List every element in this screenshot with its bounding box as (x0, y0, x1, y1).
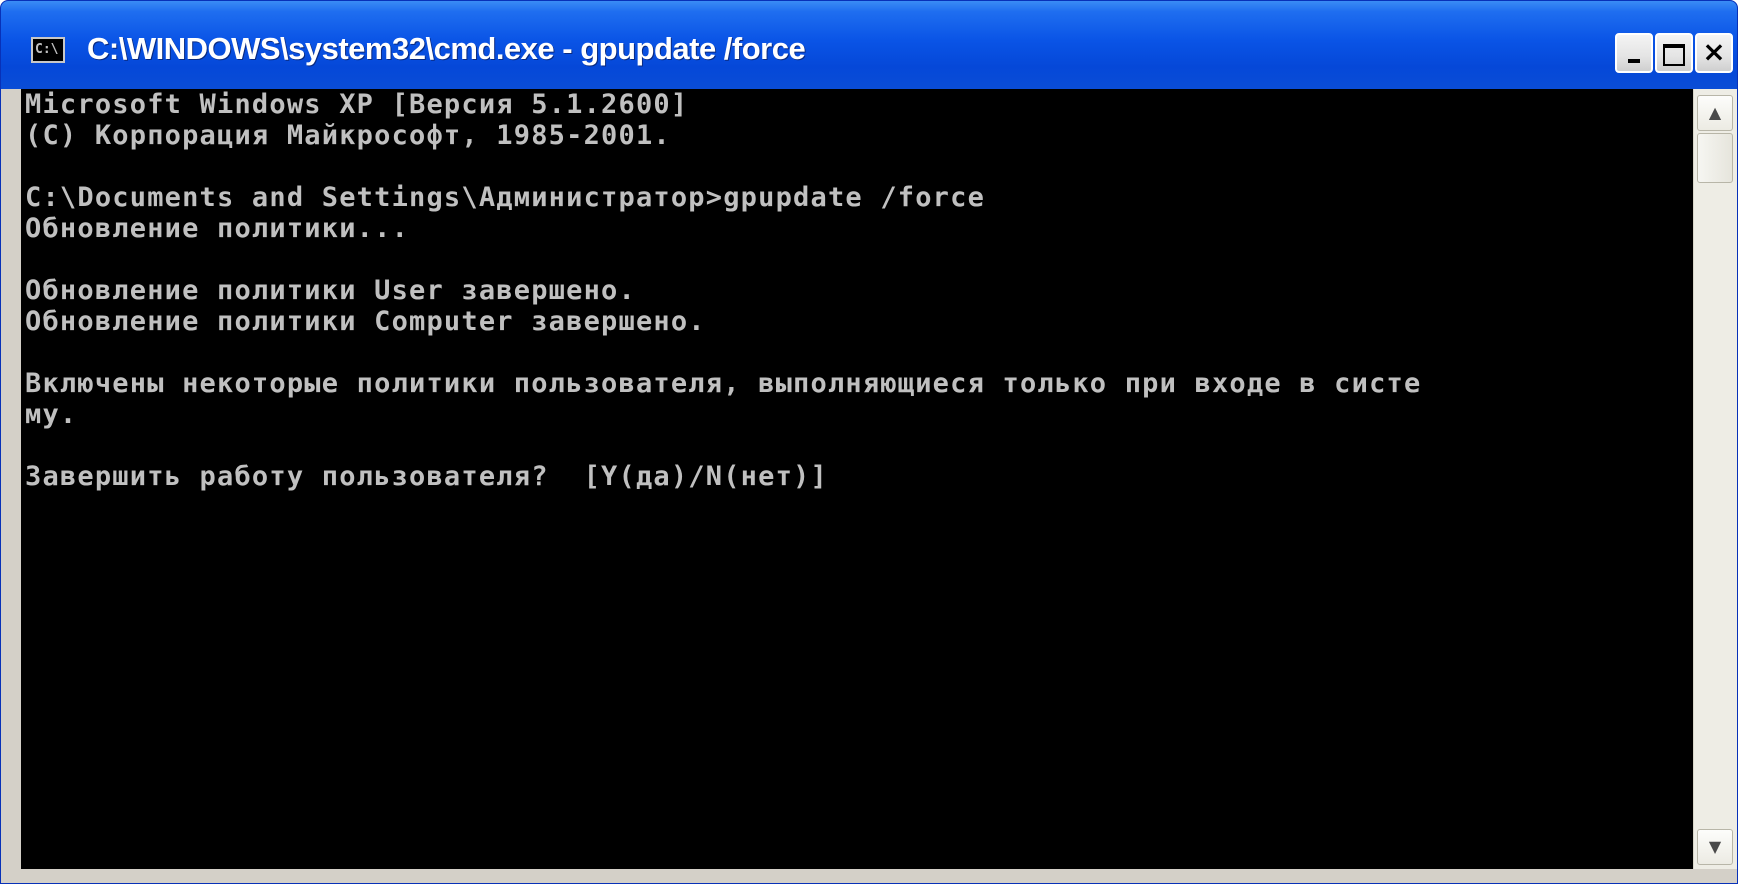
arrow-down-icon: ▼ (1708, 837, 1722, 856)
console-line: Обновление политики User завершено. (25, 275, 636, 306)
maximize-icon (1663, 44, 1685, 66)
console-line: (С) Корпорация Майкрософт, 1985-2001. (25, 120, 671, 151)
window-bottom-border (1, 869, 1737, 883)
maximize-button[interactable] (1655, 33, 1693, 73)
console-icon[interactable]: C:\ (31, 37, 65, 63)
console-prompt-line: Завершить работу пользователя? [Y(да)/N(… (25, 461, 828, 492)
console-line: Обновление политики... (25, 213, 410, 244)
scroll-thumb[interactable] (1697, 133, 1733, 183)
console-line: му. (25, 399, 78, 430)
minimize-button[interactable] (1615, 33, 1653, 73)
arrow-up-icon: ▲ (1708, 103, 1722, 122)
close-button[interactable]: × (1695, 33, 1733, 73)
title-bar[interactable]: C:\ C:\WINDOWS\system32\cmd.exe - gpupda… (1, 1, 1737, 89)
cmd-window: C:\ C:\WINDOWS\system32\cmd.exe - gpupda… (0, 0, 1738, 884)
console-output[interactable]: Microsoft Windows XP [Версия 5.1.2600] (… (21, 89, 1693, 869)
console-line: Обновление политики Computer завершено. (25, 306, 706, 337)
console-line: C:\Documents and Settings\Администратор>… (25, 182, 986, 213)
console-line: Включены некоторые политики пользователя… (25, 368, 1422, 399)
window-left-border (1, 89, 21, 869)
console-line: Microsoft Windows XP [Версия 5.1.2600] (25, 89, 689, 120)
minimize-icon (1628, 59, 1640, 63)
scroll-up-button[interactable]: ▲ (1697, 95, 1733, 131)
window-title: C:\WINDOWS\system32\cmd.exe - gpupdate /… (87, 31, 806, 66)
scroll-down-button[interactable]: ▼ (1697, 829, 1733, 865)
close-icon: × (1702, 35, 1726, 68)
vertical-scrollbar[interactable]: ▲ ▼ (1693, 89, 1737, 869)
